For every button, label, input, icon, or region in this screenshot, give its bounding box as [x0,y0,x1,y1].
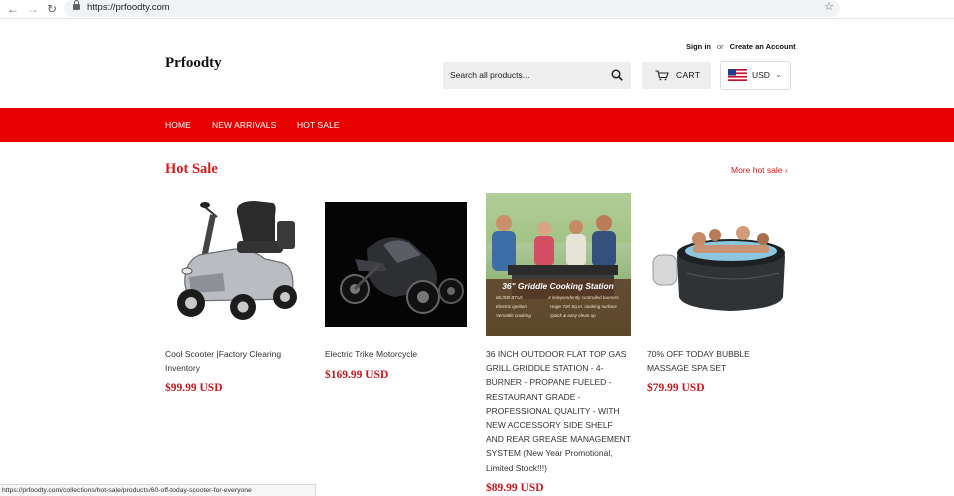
or-text: or [717,42,724,51]
nav-item-hot-sale[interactable]: HOT SALE [297,120,340,130]
cart-button[interactable]: CART [642,62,711,89]
cart-label: CART [676,70,701,80]
search-input[interactable]: Search all products... [443,62,631,89]
product-name[interactable]: 70% OFF TODAY BUBBLE MASSAGE SPA SET [647,347,792,375]
product-card[interactable]: 70% OFF TODAY BUBBLE MASSAGE SPA SET $79… [647,193,792,394]
reload-icon[interactable]: ↻ [45,2,59,16]
griddle-feature: Versatile cooking [496,313,531,318]
section-title: Hot Sale [165,161,218,177]
us-flag-icon [728,69,747,81]
product-image-trike[interactable] [325,193,470,336]
search-placeholder: Search all products... [450,70,530,80]
more-hot-sale-link[interactable]: More hot sale › [731,165,788,175]
search-icon[interactable] [611,69,623,81]
product-card[interactable]: Electric Trike Motorcycle $169.99 USD [325,193,470,381]
product-name[interactable]: 36 INCH OUTDOOR FLAT TOP GAS GRILL GRIDD… [486,347,631,475]
currency-selector[interactable]: USD ⌄ [720,61,791,90]
griddle-image-headline: 36" Griddle Cooking Station [502,281,613,291]
nav-item-home[interactable]: HOME [165,120,191,130]
product-price: $169.99 USD [325,369,389,381]
product-card[interactable]: Cool Scooter |Factory Clearing Inventory… [165,193,310,394]
main-nav: HOME NEW ARRIVALS HOT SALE [0,108,954,142]
store-logo[interactable]: Prfoodty [165,55,222,72]
address-bar[interactable]: https://prfoodty.com ☆ [64,0,840,17]
bookmark-star-icon[interactable]: ☆ [824,0,834,13]
product-name[interactable]: Cool Scooter |Factory Clearing Inventory [165,347,310,375]
browser-toolbar: ← → ↻ https://prfoodty.com ☆ [0,0,954,19]
create-account-link[interactable]: Create an Account [730,42,796,51]
url-text: https://prfoodty.com [87,2,170,13]
cart-icon [655,70,669,81]
griddle-feature: 4 independently controlled burners [548,295,619,300]
product-price: $89.99 USD [486,482,544,494]
account-links: Sign in or Create an Account [686,42,796,51]
griddle-feature: Huge 720 Sq.In. cooking surface [550,304,617,309]
product-card[interactable]: 36" Griddle Cooking Station 60,000 BTUs … [486,193,631,494]
nav-item-new-arrivals[interactable]: NEW ARRIVALS [212,120,276,130]
product-image-griddle[interactable]: 36" Griddle Cooking Station 60,000 BTUs … [486,193,631,336]
browser-status-bar: https://prfoodty.com/collections/hot-sal… [0,484,316,496]
product-price: $99.99 USD [165,382,223,394]
griddle-feature: 60,000 BTUs [496,295,524,300]
back-icon[interactable]: ← [6,2,20,16]
forward-icon[interactable]: → [26,2,40,16]
chevron-down-icon: ⌄ [775,70,782,79]
currency-code: USD [752,70,770,80]
lock-icon [73,0,80,10]
product-image-hot-tub[interactable] [647,193,792,336]
product-image-scooter[interactable] [165,193,310,336]
sign-in-link[interactable]: Sign in [686,42,711,51]
griddle-feature: Electric ignition [496,304,527,309]
product-price: $79.99 USD [647,382,705,394]
griddle-feature: Quick & easy clean up [550,313,596,318]
product-name[interactable]: Electric Trike Motorcycle [325,347,470,361]
